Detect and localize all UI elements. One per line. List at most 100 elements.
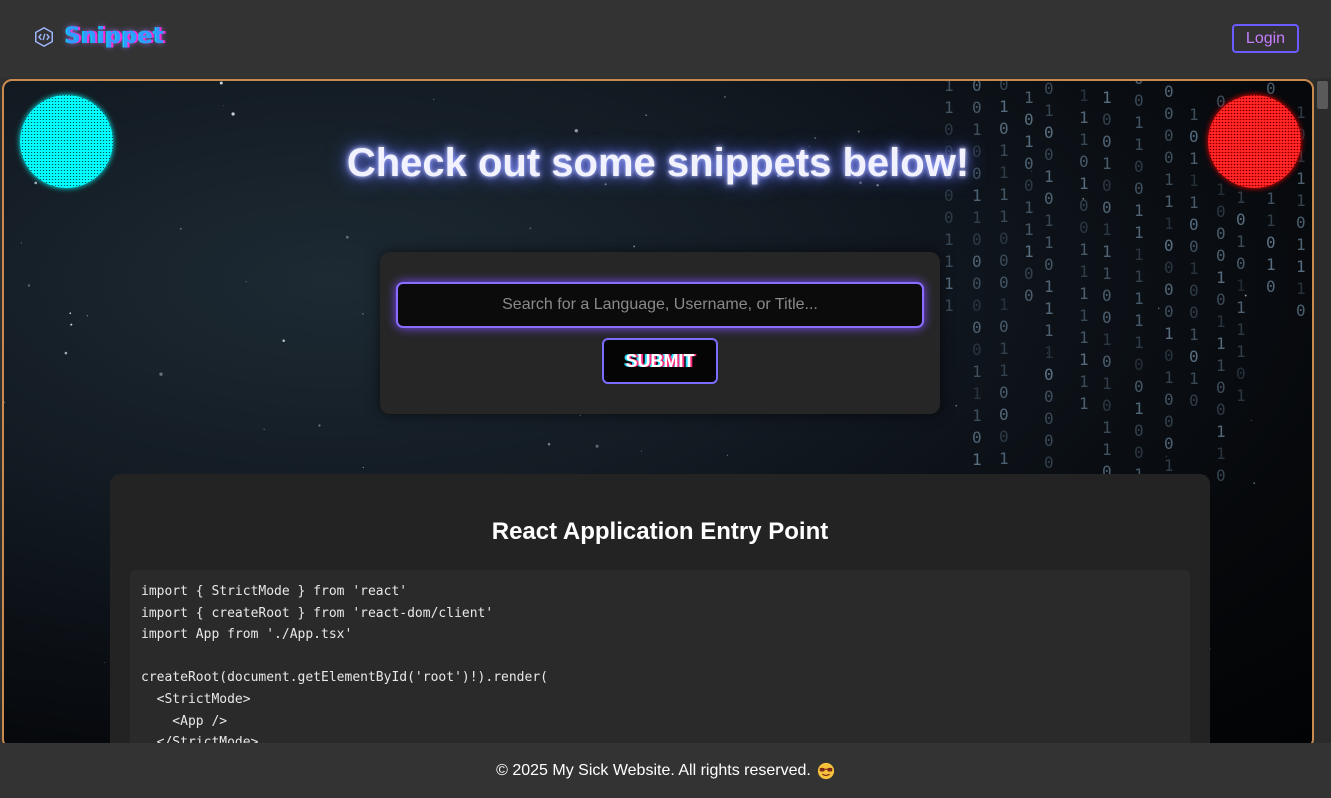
brand-logo[interactable]: Snippet [33,24,164,49]
svg-text:1: 1 [1024,198,1034,217]
svg-text:1: 1 [972,384,982,403]
svg-text:1: 1 [944,296,954,315]
svg-text:1: 1 [1236,386,1246,405]
svg-text:0: 0 [972,318,982,337]
svg-text:0: 0 [972,252,982,271]
vertical-scrollbar[interactable] [1314,79,1331,749]
svg-text:1: 1 [944,274,954,293]
submit-button[interactable]: SUBMIT [602,338,718,384]
svg-text:0: 0 [1044,81,1054,98]
svg-text:1: 1 [972,362,982,381]
svg-text:1: 1 [1296,279,1306,298]
svg-text:0: 0 [1296,301,1306,320]
svg-text:1: 1 [1044,321,1054,340]
svg-text:0: 0 [972,274,982,293]
svg-text:0: 0 [999,317,1009,336]
footer-text: © 2025 My Sick Website. All rights reser… [496,761,811,779]
svg-text:1: 1 [1079,108,1089,127]
svg-text:0: 0 [972,428,982,447]
svg-text:1: 1 [1044,101,1054,120]
main-content: 1100000111100100110000001110101011110001… [2,79,1314,749]
svg-text:0: 0 [1102,308,1112,327]
svg-text:0: 0 [1102,352,1112,371]
svg-text:1: 1 [972,120,982,139]
svg-text:1: 1 [999,185,1009,204]
svg-text:1: 1 [1164,324,1174,343]
svg-text:0: 0 [1044,123,1054,142]
svg-text:0: 0 [1164,390,1174,409]
svg-text:0: 0 [999,119,1009,138]
scrollbar-thumb[interactable] [1317,81,1328,109]
svg-text:0: 0 [1164,346,1174,365]
svg-text:1: 1 [1044,343,1054,362]
login-button[interactable]: Login [1232,24,1299,53]
svg-text:0: 0 [1044,453,1054,472]
svg-text:0: 0 [1102,396,1112,415]
svg-text:0: 0 [1164,104,1174,123]
svg-text:1: 1 [1102,330,1112,349]
svg-text:0: 0 [1024,110,1034,129]
svg-text:0: 0 [1044,255,1054,274]
svg-text:0: 0 [999,229,1009,248]
snippet-code: import { StrictMode } from 'react' impor… [130,570,1190,747]
svg-text:1: 1 [1079,372,1089,391]
svg-text:1: 1 [1102,374,1112,393]
svg-text:1: 1 [1236,188,1246,207]
svg-text:1: 1 [1266,189,1276,208]
svg-text:1: 1 [1102,440,1112,459]
svg-text:1: 1 [1079,350,1089,369]
svg-text:1: 1 [1236,232,1246,251]
svg-text:0: 0 [999,383,1009,402]
svg-text:1: 1 [1134,223,1144,242]
svg-text:1: 1 [1296,103,1306,122]
top-navbar: Snippet Login [0,0,1331,78]
svg-text:0: 0 [999,273,1009,292]
svg-text:1: 1 [972,450,982,469]
svg-text:1: 1 [1236,342,1246,361]
svg-text:0: 0 [1164,412,1174,431]
code-cube-icon [35,26,53,47]
svg-text:1: 1 [1216,312,1226,331]
svg-text:0: 0 [1266,233,1276,252]
svg-text:0: 0 [1044,409,1054,428]
svg-text:0: 0 [1216,224,1226,243]
svg-text:1: 1 [1236,276,1246,295]
svg-text:0: 0 [1164,258,1174,277]
svg-text:0: 0 [1102,198,1112,217]
svg-text:1: 1 [1296,235,1306,254]
svg-text:1: 1 [999,295,1009,314]
svg-text:0: 0 [944,186,954,205]
svg-text:1: 1 [1216,422,1226,441]
snippet-title: React Application Entry Point [491,518,829,545]
svg-text:1: 1 [999,449,1009,468]
svg-text:0: 0 [1102,286,1112,305]
svg-text:0: 0 [1216,378,1226,397]
svg-text:0: 0 [1044,387,1054,406]
svg-text:1: 1 [1102,220,1112,239]
svg-text:1: 1 [999,207,1009,226]
search-input[interactable] [396,282,924,328]
svg-text:0: 0 [999,81,1009,94]
svg-text:0: 0 [999,427,1009,446]
svg-text:0: 0 [972,98,982,117]
svg-text:0: 0 [1189,281,1199,300]
svg-text:0: 0 [1134,91,1144,110]
svg-text:1: 1 [1266,211,1276,230]
svg-text:0: 0 [972,81,982,95]
svg-text:0: 0 [1024,286,1034,305]
svg-text:1: 1 [1102,88,1112,107]
svg-text:0: 0 [1079,218,1089,237]
svg-text:0: 0 [972,296,982,315]
svg-text:1: 1 [1079,240,1089,259]
svg-text:1: 1 [1216,334,1226,353]
svg-text:0: 0 [1024,264,1034,283]
search-panel: SUBMIT [380,252,940,414]
svg-text:1: 1 [1079,284,1089,303]
snippet-card: React Application Entry Point import { S… [110,474,1210,747]
svg-text:1: 1 [1164,368,1174,387]
svg-text:0: 0 [1189,303,1199,322]
svg-text:1: 1 [944,81,954,95]
svg-text:1: 1 [1079,86,1089,105]
svg-text:0: 0 [1189,391,1199,410]
svg-text:1: 1 [1102,264,1112,283]
